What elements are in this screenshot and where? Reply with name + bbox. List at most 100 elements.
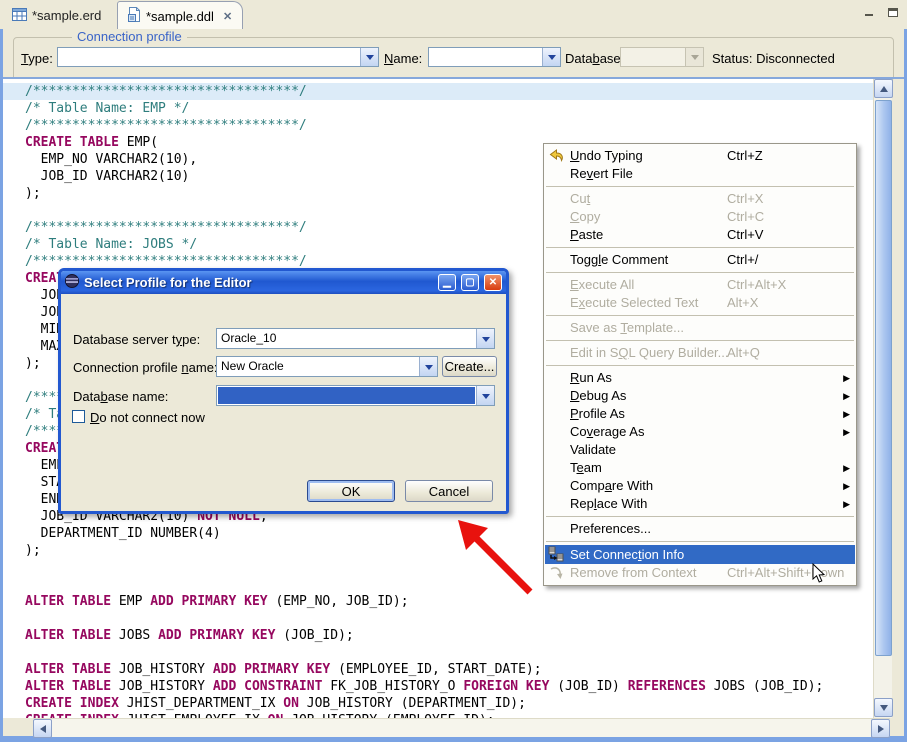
code-line: /* Table Name: EMP */ xyxy=(3,100,873,117)
tab-label: *sample.ddl xyxy=(146,9,214,24)
menu-item-replace-with[interactable]: Replace With ▶ xyxy=(545,495,855,513)
menu-item-label: Set Connection Info xyxy=(570,547,684,562)
submenu-arrow-icon: ▶ xyxy=(843,459,850,477)
menu-item-label: Replace With xyxy=(570,496,647,511)
menu-item-label: Revert File xyxy=(570,166,633,181)
dialog-title: Select Profile for the Editor xyxy=(84,275,433,290)
cancel-button[interactable]: Cancel xyxy=(405,480,493,502)
dialog-close-icon[interactable]: ✕ xyxy=(484,274,502,291)
connection-profile-group-label: Connection profile xyxy=(72,29,187,44)
menu-item-paste[interactable]: PasteCtrl+V xyxy=(545,226,855,244)
type-combobox[interactable] xyxy=(57,47,379,67)
vertical-scrollbar[interactable] xyxy=(873,79,892,718)
tab-sample-erd[interactable]: *sample.erd xyxy=(2,3,111,28)
menu-item-cut: CutCtrl+X xyxy=(545,190,855,208)
do-not-connect-checkbox[interactable] xyxy=(72,410,85,423)
menu-separator xyxy=(546,516,854,517)
close-tab-icon[interactable]: ✕ xyxy=(219,10,232,23)
menu-item-label: Remove from Context xyxy=(570,565,696,580)
database-name-value xyxy=(218,387,475,404)
scroll-down-icon[interactable] xyxy=(874,698,893,717)
name-combobox-value xyxy=(429,48,542,66)
undo-icon xyxy=(548,148,565,164)
dialog-body: Database server type: Oracle_10 Connecti… xyxy=(61,294,506,511)
dialog-minimize-icon[interactable]: ▁ xyxy=(438,274,456,291)
view-window-controls xyxy=(861,5,901,19)
tab-sample-ddl[interactable]: *sample.ddl ✕ xyxy=(117,1,243,30)
menu-item-shortcut: Ctrl+X xyxy=(727,190,763,208)
menu-item-shortcut: Ctrl+Z xyxy=(727,147,763,165)
menu-item-preferences[interactable]: Preferences... xyxy=(545,520,855,538)
type-combobox-value xyxy=(58,48,360,66)
database-server-type-value: Oracle_10 xyxy=(217,329,476,348)
maximize-view-icon[interactable] xyxy=(884,5,901,19)
menu-item-profile-as[interactable]: Profile As▶ xyxy=(545,405,855,423)
menu-item-debug-as[interactable]: Debug As▶ xyxy=(545,387,855,405)
menu-separator xyxy=(546,365,854,366)
menu-item-label: Execute Selected Text xyxy=(570,295,698,310)
submenu-arrow-icon: ▶ xyxy=(843,477,850,495)
menu-item-shortcut: Ctrl+Alt+Shift+Down xyxy=(727,564,844,582)
code-line xyxy=(3,644,873,661)
code-line: /**********************************/ xyxy=(3,83,873,100)
database-combobox-arrow-icon xyxy=(685,48,703,66)
scroll-left-icon[interactable] xyxy=(33,719,52,738)
type-combobox-arrow-icon[interactable] xyxy=(360,48,378,66)
file-icon xyxy=(128,7,141,25)
database-name-combobox[interactable] xyxy=(216,385,495,406)
menu-item-toggle-comment[interactable]: Toggle CommentCtrl+/ xyxy=(545,251,855,269)
horizontal-scrollbar[interactable] xyxy=(33,718,890,737)
menu-item-set-connection-info[interactable]: Set Connection Info xyxy=(545,545,855,564)
database-name-arrow-icon[interactable] xyxy=(476,386,494,405)
eclipse-logo-icon xyxy=(65,274,79,291)
menu-item-label: Execute All xyxy=(570,277,634,292)
menu-item-label: Validate xyxy=(570,442,616,457)
connection-profile-name-value: New Oracle xyxy=(217,357,419,376)
menu-item-shortcut: Ctrl+V xyxy=(727,226,763,244)
dialog-titlebar[interactable]: Select Profile for the Editor ▁ ▢ ✕ xyxy=(61,271,506,294)
menu-item-label: Save as Template... xyxy=(570,320,684,335)
table-icon xyxy=(12,8,27,24)
dialog-maximize-icon[interactable]: ▢ xyxy=(461,274,479,291)
scroll-up-icon[interactable] xyxy=(874,79,893,98)
menu-item-undo-typing[interactable]: Undo Typing Ctrl+Z xyxy=(545,147,855,165)
minimize-view-icon[interactable] xyxy=(861,5,878,19)
menu-item-label: Toggle Comment xyxy=(570,252,668,267)
editor-context-menu: Undo TypingCtrl+ZRevert FileCutCtrl+XCop… xyxy=(543,143,857,586)
menu-item-label: Preferences... xyxy=(570,521,651,536)
menu-item-compare-with[interactable]: Compare With▶ xyxy=(545,477,855,495)
menu-item-label: Debug As xyxy=(570,388,626,403)
database-server-type-label: Database server type: xyxy=(73,332,200,347)
code-line: ALTER TABLE JOBS ADD PRIMARY KEY (JOB_ID… xyxy=(3,627,873,644)
connection-profile-name-combobox[interactable]: New Oracle xyxy=(216,356,438,377)
menu-item-shortcut: Ctrl+C xyxy=(727,208,764,226)
submenu-arrow-icon: ▶ xyxy=(843,405,850,423)
menu-separator xyxy=(546,541,854,542)
name-combobox-arrow-icon[interactable] xyxy=(542,48,560,66)
code-line: ALTER TABLE EMP ADD PRIMARY KEY (EMP_NO,… xyxy=(3,593,873,610)
menu-separator xyxy=(546,315,854,316)
menu-item-label: Coverage As xyxy=(570,424,644,439)
menu-item-revert-file[interactable]: Revert File xyxy=(545,165,855,183)
ok-button[interactable]: OK xyxy=(307,480,395,502)
menu-separator xyxy=(546,186,854,187)
menu-item-run-as[interactable]: Run As▶ xyxy=(545,369,855,387)
code-line xyxy=(3,610,873,627)
submenu-arrow-icon: ▶ xyxy=(843,495,850,513)
menu-item-coverage-as[interactable]: Coverage As▶ xyxy=(545,423,855,441)
scroll-right-icon[interactable] xyxy=(871,719,890,738)
menu-item-label: Undo Typing xyxy=(570,148,643,163)
name-combobox[interactable] xyxy=(428,47,561,67)
editor-tabbar: *sample.erd *sample.ddl ✕ xyxy=(0,0,907,30)
vertical-scrollbar-thumb[interactable] xyxy=(875,100,892,656)
connection-profile-name-arrow-icon[interactable] xyxy=(419,357,437,376)
tab-label: *sample.erd xyxy=(32,8,101,23)
menu-item-team[interactable]: Team▶ xyxy=(545,459,855,477)
database-label: Database: xyxy=(565,51,624,66)
database-server-type-combobox[interactable]: Oracle_10 xyxy=(216,328,495,349)
submenu-arrow-icon: ▶ xyxy=(843,369,850,387)
create-button[interactable]: Create... xyxy=(442,356,497,377)
database-combobox-value xyxy=(621,48,685,66)
menu-item-validate[interactable]: Validate xyxy=(545,441,855,459)
database-server-type-arrow-icon[interactable] xyxy=(476,329,494,348)
